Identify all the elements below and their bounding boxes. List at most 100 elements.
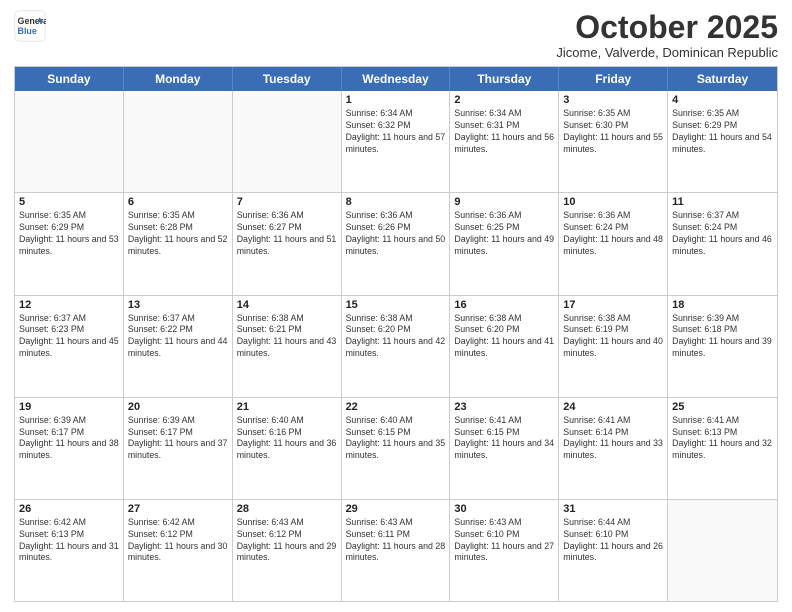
day-info: Sunrise: 6:41 AM Sunset: 6:14 PM Dayligh…: [563, 415, 663, 463]
day-number: 18: [672, 299, 773, 311]
day-number: 20: [128, 401, 228, 413]
day-info: Sunrise: 6:36 AM Sunset: 6:25 PM Dayligh…: [454, 210, 554, 258]
calendar-day-14: 14Sunrise: 6:38 AM Sunset: 6:21 PM Dayli…: [233, 296, 342, 397]
day-info: Sunrise: 6:34 AM Sunset: 6:31 PM Dayligh…: [454, 108, 554, 156]
calendar-empty-cell: [15, 91, 124, 192]
day-number: 10: [563, 196, 663, 208]
day-number: 30: [454, 503, 554, 515]
day-info: Sunrise: 6:35 AM Sunset: 6:30 PM Dayligh…: [563, 108, 663, 156]
calendar-day-30: 30 Sunrise: 6:43 AM Sunset: 6:10 PM Dayli…: [450, 500, 559, 601]
page: General Blue October 2025 Jicome, Valver…: [0, 0, 792, 612]
day-info: Sunrise: 6:39 AM Sunset: 6:17 PM Dayligh…: [19, 415, 119, 463]
day-number: 27: [128, 503, 228, 515]
day-info: Sunrise: 6:37 AM Sunset: 6:24 PM Dayligh…: [672, 210, 773, 258]
day-info: Sunrise: 6:35 AM Sunset: 6:29 PM Dayligh…: [672, 108, 773, 156]
day-number: 31: [563, 503, 663, 515]
day-number: 13: [128, 299, 228, 311]
day-info: Sunrise: 6:37 AM Sunset: 6:23 PM Dayligh…: [19, 313, 119, 361]
calendar-day-20: 20 Sunrise: 6:39 AM Sunset: 6:17 PM Dayli…: [124, 398, 233, 499]
weekday-header-sunday: Sunday: [15, 67, 124, 91]
subtitle: Jicome, Valverde, Dominican Republic: [556, 45, 778, 60]
weekday-header-thursday: Thursday: [450, 67, 559, 91]
day-info: Sunrise: 6:43 AM Sunset: 6:10 PM Dayligh…: [454, 517, 554, 565]
day-number: 5: [19, 196, 119, 208]
logo: General Blue: [14, 10, 48, 42]
calendar-row-5: 26 Sunrise: 6:42 AM Sunset: 6:13 PM Dayli…: [15, 499, 777, 601]
calendar-day-18: 18 Sunrise: 6:39 AM Sunset: 6:18 PM Dayli…: [668, 296, 777, 397]
calendar-day-8: 8 Sunrise: 6:36 AM Sunset: 6:26 PM Daylig…: [342, 193, 451, 294]
day-number: 23: [454, 401, 554, 413]
calendar-day-4: 4 Sunrise: 6:35 AM Sunset: 6:29 PM Daylig…: [668, 91, 777, 192]
calendar-day-22: 22Sunrise: 6:40 AM Sunset: 6:15 PM Dayli…: [342, 398, 451, 499]
day-info: Sunrise: 6:39 AM Sunset: 6:18 PM Dayligh…: [672, 313, 773, 361]
calendar-day-27: 27 Sunrise: 6:42 AM Sunset: 6:12 PM Dayli…: [124, 500, 233, 601]
calendar-day-24: 24 Sunrise: 6:41 AM Sunset: 6:14 PM Dayli…: [559, 398, 668, 499]
calendar-row-3: 12 Sunrise: 6:37 AM Sunset: 6:23 PM Dayli…: [15, 295, 777, 397]
calendar-row-1: 1Sunrise: 6:34 AM Sunset: 6:32 PM Daylig…: [15, 91, 777, 192]
calendar-day-29: 29Sunrise: 6:43 AM Sunset: 6:11 PM Dayli…: [342, 500, 451, 601]
weekday-header-saturday: Saturday: [668, 67, 777, 91]
calendar-day-25: 25 Sunrise: 6:41 AM Sunset: 6:13 PM Dayli…: [668, 398, 777, 499]
day-info: Sunrise: 6:38 AM Sunset: 6:19 PM Dayligh…: [563, 313, 663, 361]
month-title: October 2025: [556, 10, 778, 45]
day-info: Sunrise: 6:41 AM Sunset: 6:13 PM Dayligh…: [672, 415, 773, 463]
day-info: Sunrise: 6:35 AM Sunset: 6:28 PM Dayligh…: [128, 210, 228, 258]
day-number: 28: [237, 503, 337, 515]
calendar: SundayMondayTuesdayWednesdayThursdayFrid…: [14, 66, 778, 602]
day-number: 15: [346, 299, 446, 311]
calendar-day-7: 7Sunrise: 6:36 AM Sunset: 6:27 PM Daylig…: [233, 193, 342, 294]
day-number: 21: [237, 401, 337, 413]
day-number: 22: [346, 401, 446, 413]
day-info: Sunrise: 6:36 AM Sunset: 6:24 PM Dayligh…: [563, 210, 663, 258]
calendar-day-28: 28 Sunrise: 6:43 AM Sunset: 6:12 PM Dayli…: [233, 500, 342, 601]
day-number: 25: [672, 401, 773, 413]
day-number: 6: [128, 196, 228, 208]
day-info: Sunrise: 6:36 AM Sunset: 6:26 PM Dayligh…: [346, 210, 446, 258]
calendar-row-4: 19 Sunrise: 6:39 AM Sunset: 6:17 PM Dayli…: [15, 397, 777, 499]
day-info: Sunrise: 6:38 AM Sunset: 6:20 PM Dayligh…: [454, 313, 554, 361]
svg-text:Blue: Blue: [18, 26, 37, 36]
day-number: 4: [672, 94, 773, 106]
day-number: 29: [346, 503, 446, 515]
calendar-day-26: 26 Sunrise: 6:42 AM Sunset: 6:13 PM Dayli…: [15, 500, 124, 601]
calendar-day-6: 6 Sunrise: 6:35 AM Sunset: 6:28 PM Daylig…: [124, 193, 233, 294]
day-number: 1: [346, 94, 446, 106]
day-info: Sunrise: 6:41 AM Sunset: 6:15 PM Dayligh…: [454, 415, 554, 463]
calendar-day-16: 16 Sunrise: 6:38 AM Sunset: 6:20 PM Dayli…: [450, 296, 559, 397]
calendar-day-11: 11Sunrise: 6:37 AM Sunset: 6:24 PM Dayli…: [668, 193, 777, 294]
day-number: 14: [237, 299, 337, 311]
calendar-day-21: 21Sunrise: 6:40 AM Sunset: 6:16 PM Dayli…: [233, 398, 342, 499]
day-info: Sunrise: 6:43 AM Sunset: 6:12 PM Dayligh…: [237, 517, 337, 565]
calendar-day-19: 19 Sunrise: 6:39 AM Sunset: 6:17 PM Dayli…: [15, 398, 124, 499]
day-number: 16: [454, 299, 554, 311]
calendar-day-13: 13 Sunrise: 6:37 AM Sunset: 6:22 PM Dayli…: [124, 296, 233, 397]
day-number: 26: [19, 503, 119, 515]
day-number: 19: [19, 401, 119, 413]
day-number: 8: [346, 196, 446, 208]
day-number: 12: [19, 299, 119, 311]
calendar-body: 1Sunrise: 6:34 AM Sunset: 6:32 PM Daylig…: [15, 91, 777, 601]
weekday-header-tuesday: Tuesday: [233, 67, 342, 91]
calendar-day-10: 10 Sunrise: 6:36 AM Sunset: 6:24 PM Dayli…: [559, 193, 668, 294]
calendar-day-23: 23 Sunrise: 6:41 AM Sunset: 6:15 PM Dayli…: [450, 398, 559, 499]
day-info: Sunrise: 6:38 AM Sunset: 6:20 PM Dayligh…: [346, 313, 446, 361]
calendar-empty-cell: [233, 91, 342, 192]
day-info: Sunrise: 6:42 AM Sunset: 6:12 PM Dayligh…: [128, 517, 228, 565]
day-info: Sunrise: 6:42 AM Sunset: 6:13 PM Dayligh…: [19, 517, 119, 565]
logo-icon: General Blue: [14, 10, 46, 42]
day-number: 24: [563, 401, 663, 413]
calendar-row-2: 5 Sunrise: 6:35 AM Sunset: 6:29 PM Daylig…: [15, 192, 777, 294]
calendar-day-17: 17Sunrise: 6:38 AM Sunset: 6:19 PM Dayli…: [559, 296, 668, 397]
calendar-day-9: 9 Sunrise: 6:36 AM Sunset: 6:25 PM Daylig…: [450, 193, 559, 294]
calendar-day-2: 2 Sunrise: 6:34 AM Sunset: 6:31 PM Daylig…: [450, 91, 559, 192]
day-info: Sunrise: 6:37 AM Sunset: 6:22 PM Dayligh…: [128, 313, 228, 361]
calendar-header: SundayMondayTuesdayWednesdayThursdayFrid…: [15, 67, 777, 91]
calendar-day-31: 31Sunrise: 6:44 AM Sunset: 6:10 PM Dayli…: [559, 500, 668, 601]
day-number: 2: [454, 94, 554, 106]
calendar-day-3: 3Sunrise: 6:35 AM Sunset: 6:30 PM Daylig…: [559, 91, 668, 192]
day-number: 9: [454, 196, 554, 208]
day-number: 7: [237, 196, 337, 208]
day-info: Sunrise: 6:35 AM Sunset: 6:29 PM Dayligh…: [19, 210, 119, 258]
day-info: Sunrise: 6:39 AM Sunset: 6:17 PM Dayligh…: [128, 415, 228, 463]
calendar-day-5: 5 Sunrise: 6:35 AM Sunset: 6:29 PM Daylig…: [15, 193, 124, 294]
